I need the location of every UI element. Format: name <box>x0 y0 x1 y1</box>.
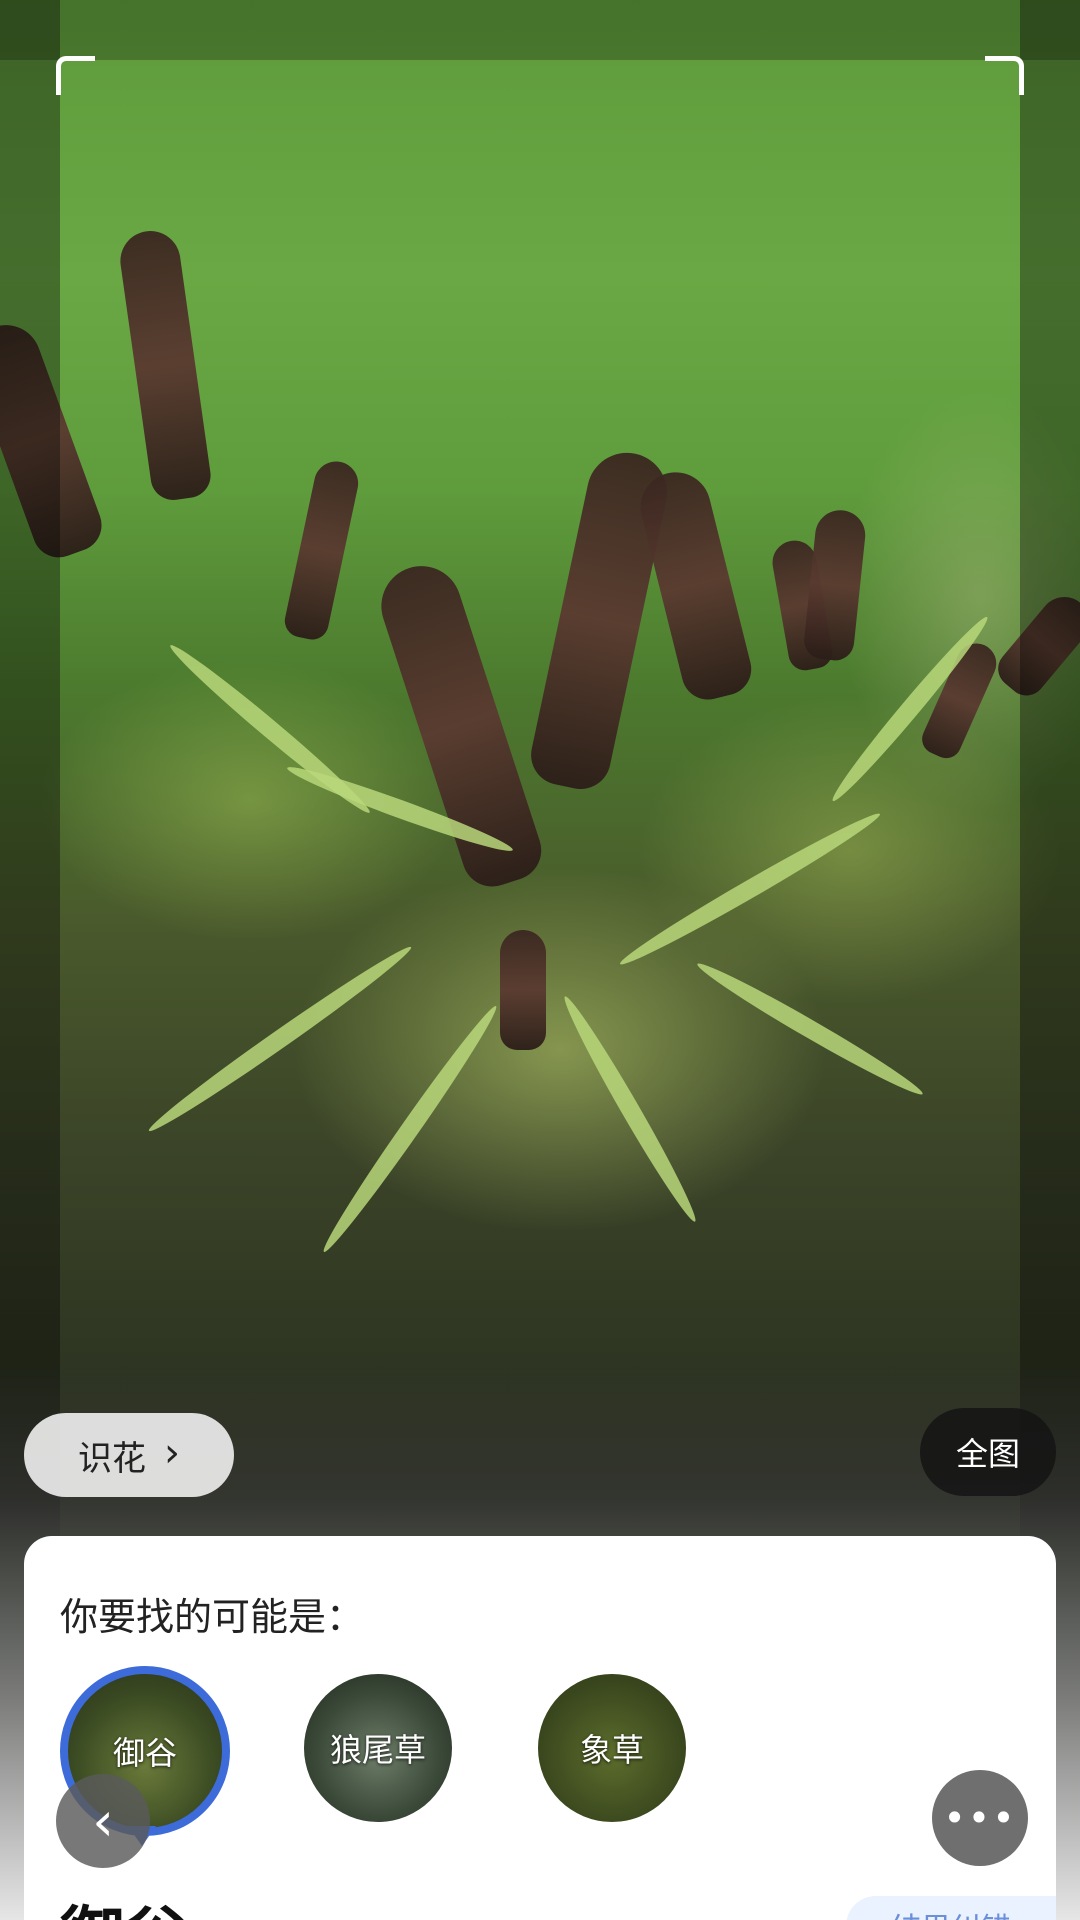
identify-flower-label: 识花 <box>78 1438 146 1479</box>
back-button[interactable]: ‹ <box>56 1774 150 1868</box>
chevron-left-icon: ‹ <box>92 1789 114 1853</box>
candidate-label: 御谷 <box>112 1734 177 1772</box>
full-image-label: 全图 <box>955 1435 1020 1473</box>
candidate-item-langweicao[interactable]: 狼尾草 <box>304 1674 452 1822</box>
candidate-label: 狼尾草 <box>329 1731 426 1769</box>
candidate-label: 象草 <box>579 1731 644 1769</box>
candidates-prompt: 你要找的可能是： <box>60 1595 365 1639</box>
feedback-button[interactable]: 结果纠错 <box>846 1896 1056 1920</box>
identify-flower-button[interactable]: 识花 › <box>24 1413 234 1497</box>
crop-frame[interactable] <box>56 56 1024 1420</box>
more-button[interactable]: ••• <box>932 1770 1028 1866</box>
screen: 识花 › 全图 你要找的可能是： 御谷 狼尾草 象草 御谷 结果纠错 ‹ ••• <box>0 0 1080 1920</box>
chevron-right-icon: › <box>164 1430 180 1476</box>
result-title: 御谷 <box>60 1886 188 1920</box>
result-card: 你要找的可能是： 御谷 狼尾草 象草 御谷 结果纠错 <box>24 1536 1056 1920</box>
candidate-list: 御谷 狼尾草 象草 <box>60 1666 860 1864</box>
candidate-item-xiangcao[interactable]: 象草 <box>538 1674 686 1822</box>
more-dots-icon: ••• <box>943 1796 1017 1840</box>
full-image-button[interactable]: 全图 <box>920 1408 1056 1496</box>
crop-corner-top-right[interactable] <box>985 56 1024 95</box>
crop-corner-top-left[interactable] <box>56 56 95 95</box>
